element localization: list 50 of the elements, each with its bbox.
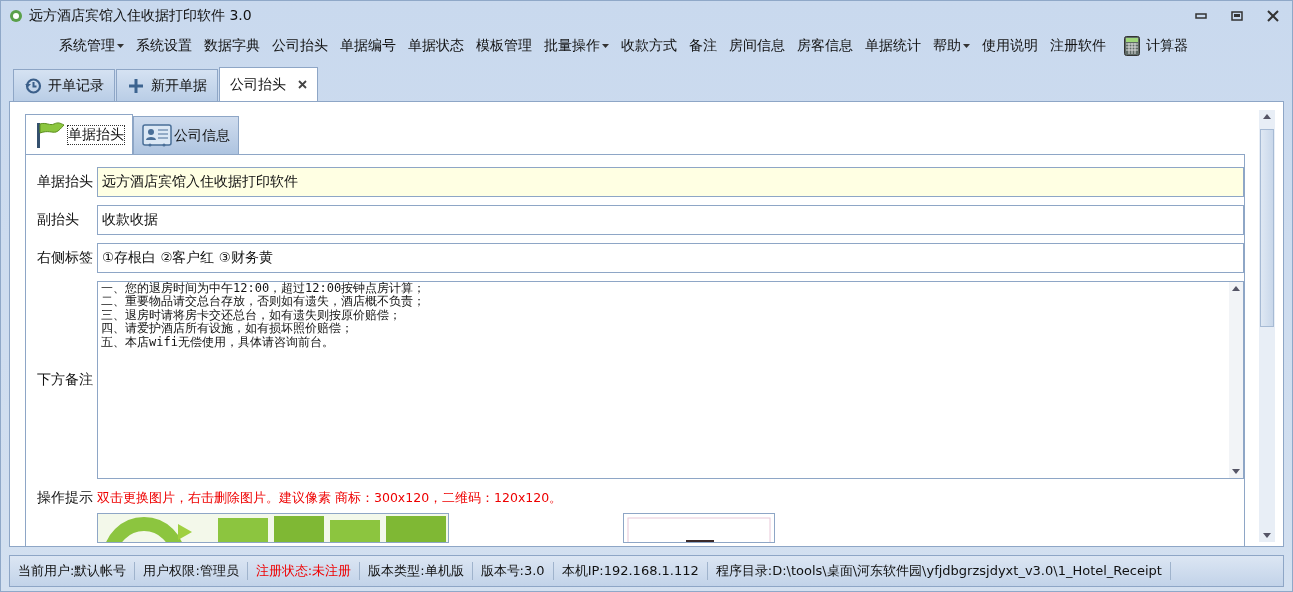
menu-item[interactable]: 模板管理 bbox=[470, 35, 538, 57]
status-text: 程序目录:D:\tools\桌面\河东软件园\yfjdbgrzsjdyxt_v3.0\1_Hotel_Receipt bbox=[707, 562, 1171, 580]
menu-item[interactable]: 收款方式 bbox=[615, 35, 683, 57]
scrollbar[interactable] bbox=[1259, 110, 1275, 542]
input-field[interactable]: 远方酒店宾馆入住收据打印软件 bbox=[97, 167, 1244, 197]
hint-text: 双击更换图片，右击删除图片。建议像素 商标：300x120，二维码：120x120。 bbox=[97, 489, 563, 507]
tab[interactable]: 新开单据 bbox=[116, 69, 218, 101]
field-label: 单据抬头 bbox=[37, 173, 94, 191]
tab[interactable]: 公司信息 bbox=[133, 116, 239, 154]
input-field[interactable]: ①存根白 ②客户红 ③财务黄 bbox=[97, 243, 1244, 273]
tab[interactable]: 开单记录 bbox=[13, 69, 115, 101]
menu-item[interactable]: 公司抬头 bbox=[266, 35, 334, 57]
status-text: 版本号:3.0 bbox=[472, 562, 554, 580]
menu-item[interactable]: 系统设置 bbox=[130, 35, 198, 57]
plus-icon bbox=[127, 76, 145, 95]
flag-icon bbox=[34, 120, 66, 149]
app-icon bbox=[9, 9, 23, 23]
status-text: 注册状态:未注册 bbox=[247, 562, 361, 580]
menu-item[interactable]: 单据编号 bbox=[334, 35, 402, 57]
tab[interactable]: 公司抬头 bbox=[219, 67, 318, 101]
menu-item[interactable]: 注册软件 bbox=[1044, 35, 1112, 57]
status-text: 本机IP:192.168.1.112 bbox=[553, 562, 708, 580]
status-text: 版本类型:单机版 bbox=[360, 562, 473, 580]
window-title: 远方酒店宾馆入住收据打印软件 3.0 bbox=[29, 7, 252, 25]
close-icon[interactable] bbox=[298, 80, 307, 89]
menu-item[interactable]: 单据状态 bbox=[402, 35, 470, 57]
calculator-button[interactable]: 计算器 bbox=[1118, 34, 1194, 58]
field-label: 操作提示 bbox=[37, 489, 94, 507]
field-label: 下方备注 bbox=[37, 371, 94, 389]
field-label: 右侧标签 bbox=[37, 249, 94, 267]
minimize-icon[interactable] bbox=[1195, 13, 1207, 19]
tab[interactable]: 单据抬头 bbox=[25, 114, 133, 154]
menu-item[interactable]: 单据统计 bbox=[859, 35, 927, 57]
menu-item[interactable]: 备注 bbox=[683, 35, 723, 57]
calculator-icon bbox=[1124, 36, 1140, 56]
menu-item[interactable]: 房间信息 bbox=[723, 35, 791, 57]
menu-item[interactable]: 系统管理 bbox=[53, 35, 130, 57]
menu-item[interactable]: 使用说明 bbox=[976, 35, 1044, 57]
input-field[interactable]: 收款收据 bbox=[97, 205, 1244, 235]
id-card-icon bbox=[142, 123, 172, 148]
status-text: 用户权限:管理员 bbox=[135, 562, 248, 580]
menu-item[interactable]: 数据字典 bbox=[198, 35, 266, 57]
menu-item[interactable]: 批量操作 bbox=[538, 35, 615, 57]
field-label: 副抬头 bbox=[37, 211, 80, 229]
close-icon[interactable] bbox=[1267, 10, 1279, 22]
menu-item[interactable]: 帮助 bbox=[927, 35, 976, 57]
history-icon bbox=[24, 76, 42, 95]
maximize-icon[interactable] bbox=[1231, 11, 1243, 21]
menu-item[interactable]: 房客信息 bbox=[791, 35, 859, 57]
status-text: 当前用户:默认帐号 bbox=[10, 562, 136, 580]
